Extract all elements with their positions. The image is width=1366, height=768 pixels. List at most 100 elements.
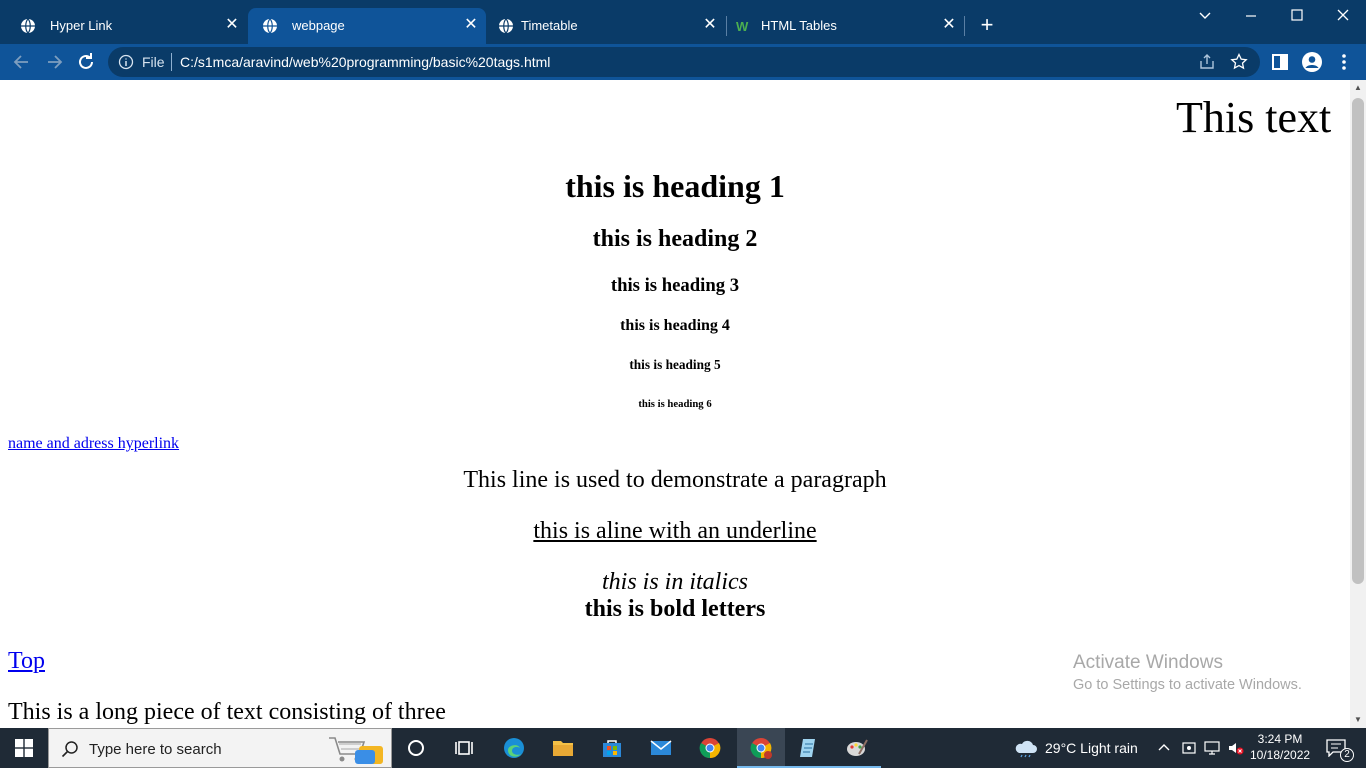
- tab-search-chevron-icon[interactable]: [1190, 4, 1220, 28]
- tab-strip: Hyper Link ✕ webpage ✕ Timetable ✕ W HTM…: [0, 0, 1366, 44]
- arrow-left-icon: [13, 55, 28, 69]
- address-bar[interactable]: File C:/s1mca/aravind/web%20programming/…: [108, 47, 1260, 77]
- security-label: File: [142, 54, 165, 70]
- heading-5: this is heading 5: [629, 357, 721, 372]
- avatar-icon: [1302, 52, 1322, 72]
- watermark-title: Activate Windows: [1073, 652, 1223, 673]
- tab-title: Hyper Link: [50, 18, 113, 33]
- cortana-button[interactable]: [392, 728, 440, 768]
- chrome-icon: [699, 738, 721, 759]
- close-tab-icon[interactable]: ✕: [700, 15, 720, 35]
- bookmark-star-icon[interactable]: [1230, 53, 1248, 71]
- scroll-up-arrow-icon[interactable]: ▲: [1350, 80, 1366, 96]
- top-link[interactable]: Top: [8, 648, 45, 675]
- heading-1: this is heading 1: [565, 168, 785, 204]
- task-view-icon: [455, 741, 473, 755]
- tab-title: Timetable: [521, 18, 578, 33]
- close-tab-icon[interactable]: ✕: [461, 15, 481, 35]
- meet-now-icon[interactable]: [1181, 740, 1197, 756]
- tab-title: HTML Tables: [761, 18, 837, 33]
- tab-title: webpage: [292, 18, 345, 33]
- notepad-taskbar-icon[interactable]: [785, 728, 833, 768]
- svg-text:W: W: [736, 19, 749, 34]
- name-address-hyperlink[interactable]: name and adress hyperlink: [8, 435, 179, 453]
- italic-text: this is in italics: [601, 569, 748, 595]
- weather-cloud-icon[interactable]: [1013, 738, 1039, 758]
- demo-paragraph: This line is used to demonstrate a parag…: [463, 467, 887, 493]
- taskbar: Type here to search 29°C Light rain 3:24…: [0, 728, 1366, 768]
- heading-4: this is heading 4: [620, 317, 730, 334]
- chrome-icon: [750, 738, 772, 759]
- heading-6: this is heading 6: [638, 398, 712, 410]
- clock-date: 10/18/2022: [1250, 748, 1311, 762]
- cortana-circle-icon: [408, 740, 424, 756]
- side-panel-button[interactable]: [1268, 50, 1292, 74]
- tab-webpage[interactable]: webpage ✕: [248, 8, 486, 44]
- folder-icon: [553, 741, 573, 756]
- shopping-cart-icon: [329, 737, 383, 764]
- mail-taskbar-icon[interactable]: [637, 728, 685, 768]
- close-tab-icon[interactable]: ✕: [222, 15, 242, 35]
- maximize-button[interactable]: [1282, 4, 1312, 28]
- browser-toolbar: File C:/s1mca/aravind/web%20programming/…: [0, 44, 1366, 80]
- share-icon[interactable]: [1198, 53, 1216, 71]
- underline-text: this is aline with an underline: [533, 518, 817, 544]
- chrome-taskbar-icon[interactable]: [686, 728, 734, 768]
- mail-icon: [650, 740, 672, 755]
- windows-logo-icon: [15, 739, 33, 757]
- globe-icon: [21, 18, 35, 34]
- store-icon: [603, 740, 621, 757]
- back-button[interactable]: [10, 50, 34, 74]
- system-clock[interactable]: 3:24 PM 10/18/2022: [1250, 731, 1310, 763]
- new-tab-button[interactable]: +: [975, 14, 999, 38]
- volume-muted-icon[interactable]: [1227, 740, 1245, 756]
- file-explorer-taskbar-icon[interactable]: [539, 728, 587, 768]
- start-button[interactable]: [0, 728, 48, 768]
- scroll-down-arrow-icon[interactable]: ▼: [1350, 712, 1366, 728]
- paint-palette-icon: [847, 739, 868, 756]
- omnibox-divider: [171, 53, 172, 71]
- tab-timetable[interactable]: Timetable ✕: [484, 8, 724, 44]
- notification-center-button[interactable]: 2: [1318, 728, 1366, 768]
- heading-2: this is heading 2: [592, 226, 758, 252]
- task-view-button[interactable]: [440, 728, 488, 768]
- chrome-profile-taskbar-icon[interactable]: [737, 728, 785, 768]
- long-text: This is a long piece of text consisting …: [8, 699, 446, 725]
- marquee-text: This text: [1176, 93, 1332, 142]
- profile-button[interactable]: [1300, 50, 1324, 74]
- vertical-scrollbar[interactable]: ▲ ▼: [1350, 80, 1366, 728]
- arrow-right-icon: [48, 55, 63, 69]
- chevron-up-icon[interactable]: [1157, 741, 1171, 755]
- globe-icon: [263, 18, 277, 34]
- heading-3: this is heading 3: [610, 275, 740, 296]
- edge-icon: [504, 738, 524, 758]
- paint-taskbar-icon[interactable]: [833, 728, 881, 768]
- forward-button[interactable]: [42, 50, 66, 74]
- edge-taskbar-icon[interactable]: [490, 728, 538, 768]
- tab-html-tables[interactable]: W HTML Tables ✕: [722, 8, 962, 44]
- weather-text[interactable]: 29°C Light rain: [1045, 740, 1138, 756]
- reload-icon: [79, 53, 93, 69]
- search-icon: [61, 741, 78, 758]
- side-panel-icon: [1272, 54, 1288, 70]
- store-taskbar-icon[interactable]: [588, 728, 636, 768]
- watermark-subtitle: Go to Settings to activate Windows.: [1073, 677, 1302, 693]
- url-text[interactable]: C:/s1mca/aravind/web%20programming/basic…: [180, 54, 550, 70]
- info-icon[interactable]: [118, 54, 134, 70]
- page-content: This text this is heading 1 this is head…: [0, 80, 1350, 728]
- reload-button[interactable]: [74, 50, 98, 74]
- close-tab-icon[interactable]: ✕: [939, 15, 959, 35]
- w3schools-icon: W: [736, 19, 749, 34]
- notification-badge: 2: [1340, 748, 1354, 762]
- minimize-button[interactable]: [1236, 4, 1266, 28]
- menu-button[interactable]: [1332, 50, 1356, 74]
- taskbar-search-box[interactable]: Type here to search: [48, 728, 392, 768]
- close-window-button[interactable]: [1328, 4, 1358, 28]
- network-icon[interactable]: [1203, 740, 1221, 756]
- globe-icon: [499, 18, 513, 34]
- tab-hyper-link[interactable]: Hyper Link ✕: [6, 8, 246, 44]
- tab-separator: [964, 16, 965, 36]
- bold-text: this is bold letters: [584, 596, 766, 622]
- scrollbar-thumb[interactable]: [1352, 98, 1364, 584]
- clock-time: 3:24 PM: [1257, 732, 1303, 746]
